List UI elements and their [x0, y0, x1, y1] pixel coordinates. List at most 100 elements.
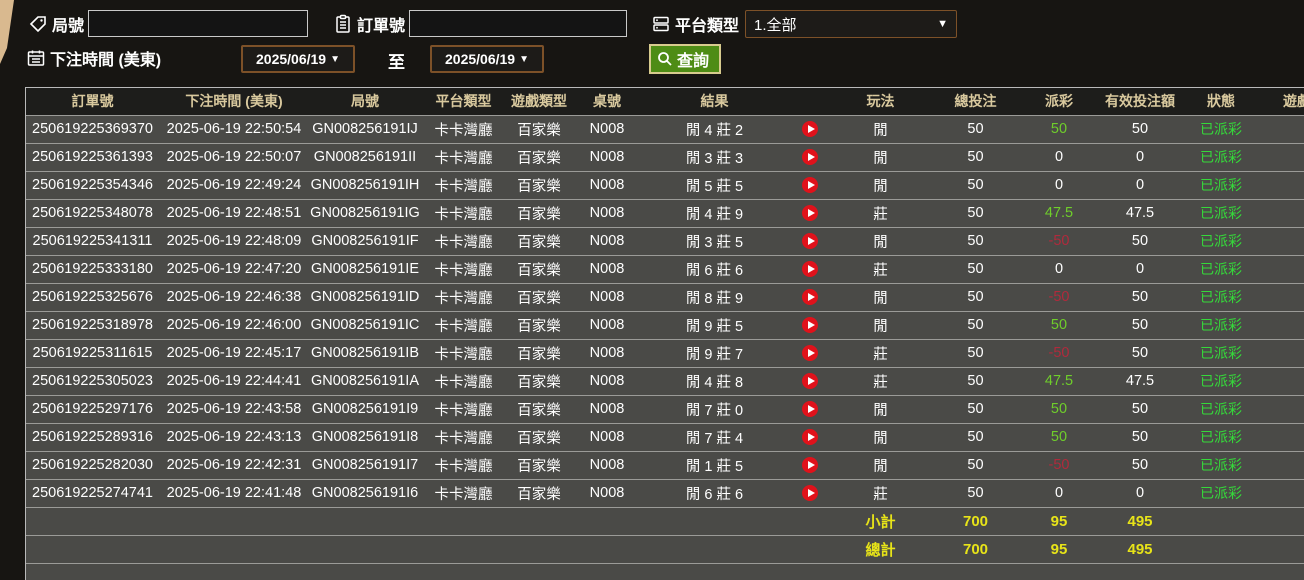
status-badge: 已派彩 — [1185, 199, 1257, 228]
status-badge: 已派彩 — [1185, 255, 1257, 284]
play-video-icon[interactable] — [802, 485, 818, 502]
valid-bet-cell: 50 — [1095, 115, 1185, 144]
play-video-icon[interactable] — [802, 317, 818, 334]
round-id-input[interactable] — [88, 10, 309, 37]
subtotal-total-bet: 700 — [928, 507, 1023, 536]
status-badge: 已派彩 — [1185, 451, 1257, 480]
status-badge: 已派彩 — [1185, 395, 1257, 424]
platform-cell: 卡卡灣廳 — [421, 143, 506, 172]
total-bet-cell: 50 — [928, 339, 1023, 368]
date-from-picker[interactable]: 2025/06/19 ▼ — [241, 45, 355, 73]
order-id-cell: 250619225361393 — [26, 143, 159, 172]
col-header-play: 玩法 — [833, 88, 928, 116]
date-to-picker[interactable]: 2025/06/19 ▼ — [430, 45, 544, 73]
game-extra-cell — [1257, 395, 1304, 424]
valid-bet-cell: 50 — [1095, 283, 1185, 312]
table-no-cell: N008 — [572, 255, 642, 284]
col-header-payout: 派彩 — [1023, 88, 1095, 116]
order-id-cell: 250619225333180 — [26, 255, 159, 284]
game-type-cell: 百家樂 — [506, 339, 572, 368]
payout-value: 47.5 — [1023, 367, 1095, 396]
subtotal-payout: 95 — [1023, 507, 1095, 536]
round-id-cell: GN008256191IC — [309, 311, 421, 340]
platform-select[interactable]: 1.全部 ▼ — [745, 10, 958, 38]
valid-bet-cell: 50 — [1095, 451, 1185, 480]
platform-select-value: 1.全部 — [754, 16, 797, 34]
order-id-cell: 250619225274741 — [26, 479, 159, 508]
chevron-down-icon: ▼ — [519, 53, 529, 65]
round-id-cell: GN008256191IH — [309, 171, 421, 200]
play-video-icon[interactable] — [802, 289, 818, 306]
result-cell: 閒 5 莊 5 — [642, 171, 787, 200]
order-id-cell: 250619225297176 — [26, 395, 159, 424]
total-bet-cell: 50 — [928, 143, 1023, 172]
play-video-icon[interactable] — [802, 205, 818, 222]
table-no-cell: N008 — [572, 451, 642, 480]
total-bet-cell: 50 — [928, 311, 1023, 340]
play-video-icon[interactable] — [802, 373, 818, 390]
platform-cell: 卡卡灣廳 — [421, 451, 506, 480]
play-video-icon[interactable] — [802, 233, 818, 250]
round-id-cell: GN008256191IB — [309, 339, 421, 368]
total-bet-cell: 50 — [928, 367, 1023, 396]
game-extra-cell — [1257, 339, 1304, 368]
total-label: 總計 — [833, 535, 928, 564]
video-cell — [787, 143, 833, 172]
payout-value: 50 — [1023, 423, 1095, 452]
search-button[interactable]: 查詢 — [649, 44, 722, 74]
chevron-down-icon: ▼ — [937, 18, 949, 30]
search-button-label: 查詢 — [677, 53, 710, 70]
col-header-table-no: 桌號 — [572, 88, 642, 116]
order-id-cell: 250619225341311 — [26, 227, 159, 256]
play-video-icon[interactable] — [802, 457, 818, 474]
payout-value: -50 — [1023, 339, 1095, 368]
video-cell — [787, 255, 833, 284]
video-cell — [787, 227, 833, 256]
result-cell: 閒 1 莊 5 — [642, 451, 787, 480]
game-extra-cell — [1257, 283, 1304, 312]
round-id-cell: GN008256191I6 — [309, 479, 421, 508]
game-type-cell: 百家樂 — [506, 311, 572, 340]
valid-bet-cell: 0 — [1095, 255, 1185, 284]
date-range-to-label: 至 — [388, 53, 405, 72]
valid-bet-cell: 50 — [1095, 339, 1185, 368]
table-row: 250619225369370 2025-06-19 22:50:54 GN00… — [26, 115, 1304, 144]
col-header-game: 遊戲 — [1257, 88, 1304, 116]
play-cell: 莊 — [833, 199, 928, 228]
video-cell — [787, 451, 833, 480]
bet-time-cell: 2025-06-19 22:47:20 — [159, 255, 309, 284]
play-video-icon[interactable] — [802, 177, 818, 194]
order-id-cell: 250619225369370 — [26, 115, 159, 144]
total-bet-cell: 50 — [928, 395, 1023, 424]
total-bet-cell: 50 — [928, 255, 1023, 284]
order-id-input[interactable] — [409, 10, 628, 37]
col-header-bet-time: 下注時間 (美東) — [159, 88, 309, 116]
bet-time-cell: 2025-06-19 22:41:48 — [159, 479, 309, 508]
valid-bet-cell: 50 — [1095, 395, 1185, 424]
table-no-cell: N008 — [572, 339, 642, 368]
game-type-cell: 百家樂 — [506, 171, 572, 200]
order-id-cell: 250619225318978 — [26, 311, 159, 340]
valid-bet-cell: 50 — [1095, 423, 1185, 452]
search-icon — [657, 51, 673, 67]
play-video-icon[interactable] — [802, 429, 818, 446]
total-bet-cell: 50 — [928, 423, 1023, 452]
bet-time-cell: 2025-06-19 22:43:58 — [159, 395, 309, 424]
play-video-icon[interactable] — [802, 121, 818, 138]
play-video-icon[interactable] — [802, 149, 818, 166]
video-cell — [787, 171, 833, 200]
table-row: 250619225325676 2025-06-19 22:46:38 GN00… — [26, 283, 1304, 312]
game-extra-cell — [1257, 367, 1304, 396]
payout-value: -50 — [1023, 451, 1095, 480]
result-cell: 閒 4 莊 2 — [642, 115, 787, 144]
play-video-icon[interactable] — [802, 401, 818, 418]
platform-cell: 卡卡灣廳 — [421, 423, 506, 452]
bet-time-cell: 2025-06-19 22:46:00 — [159, 311, 309, 340]
platform-type-label: 平台類型 — [675, 18, 740, 35]
table-row: 250619225311615 2025-06-19 22:45:17 GN00… — [26, 339, 1304, 368]
play-video-icon[interactable] — [802, 345, 818, 362]
game-extra-cell — [1257, 227, 1304, 256]
table-row: 250619225297176 2025-06-19 22:43:58 GN00… — [26, 395, 1304, 424]
order-id-cell: 250619225325676 — [26, 283, 159, 312]
play-video-icon[interactable] — [802, 261, 818, 278]
